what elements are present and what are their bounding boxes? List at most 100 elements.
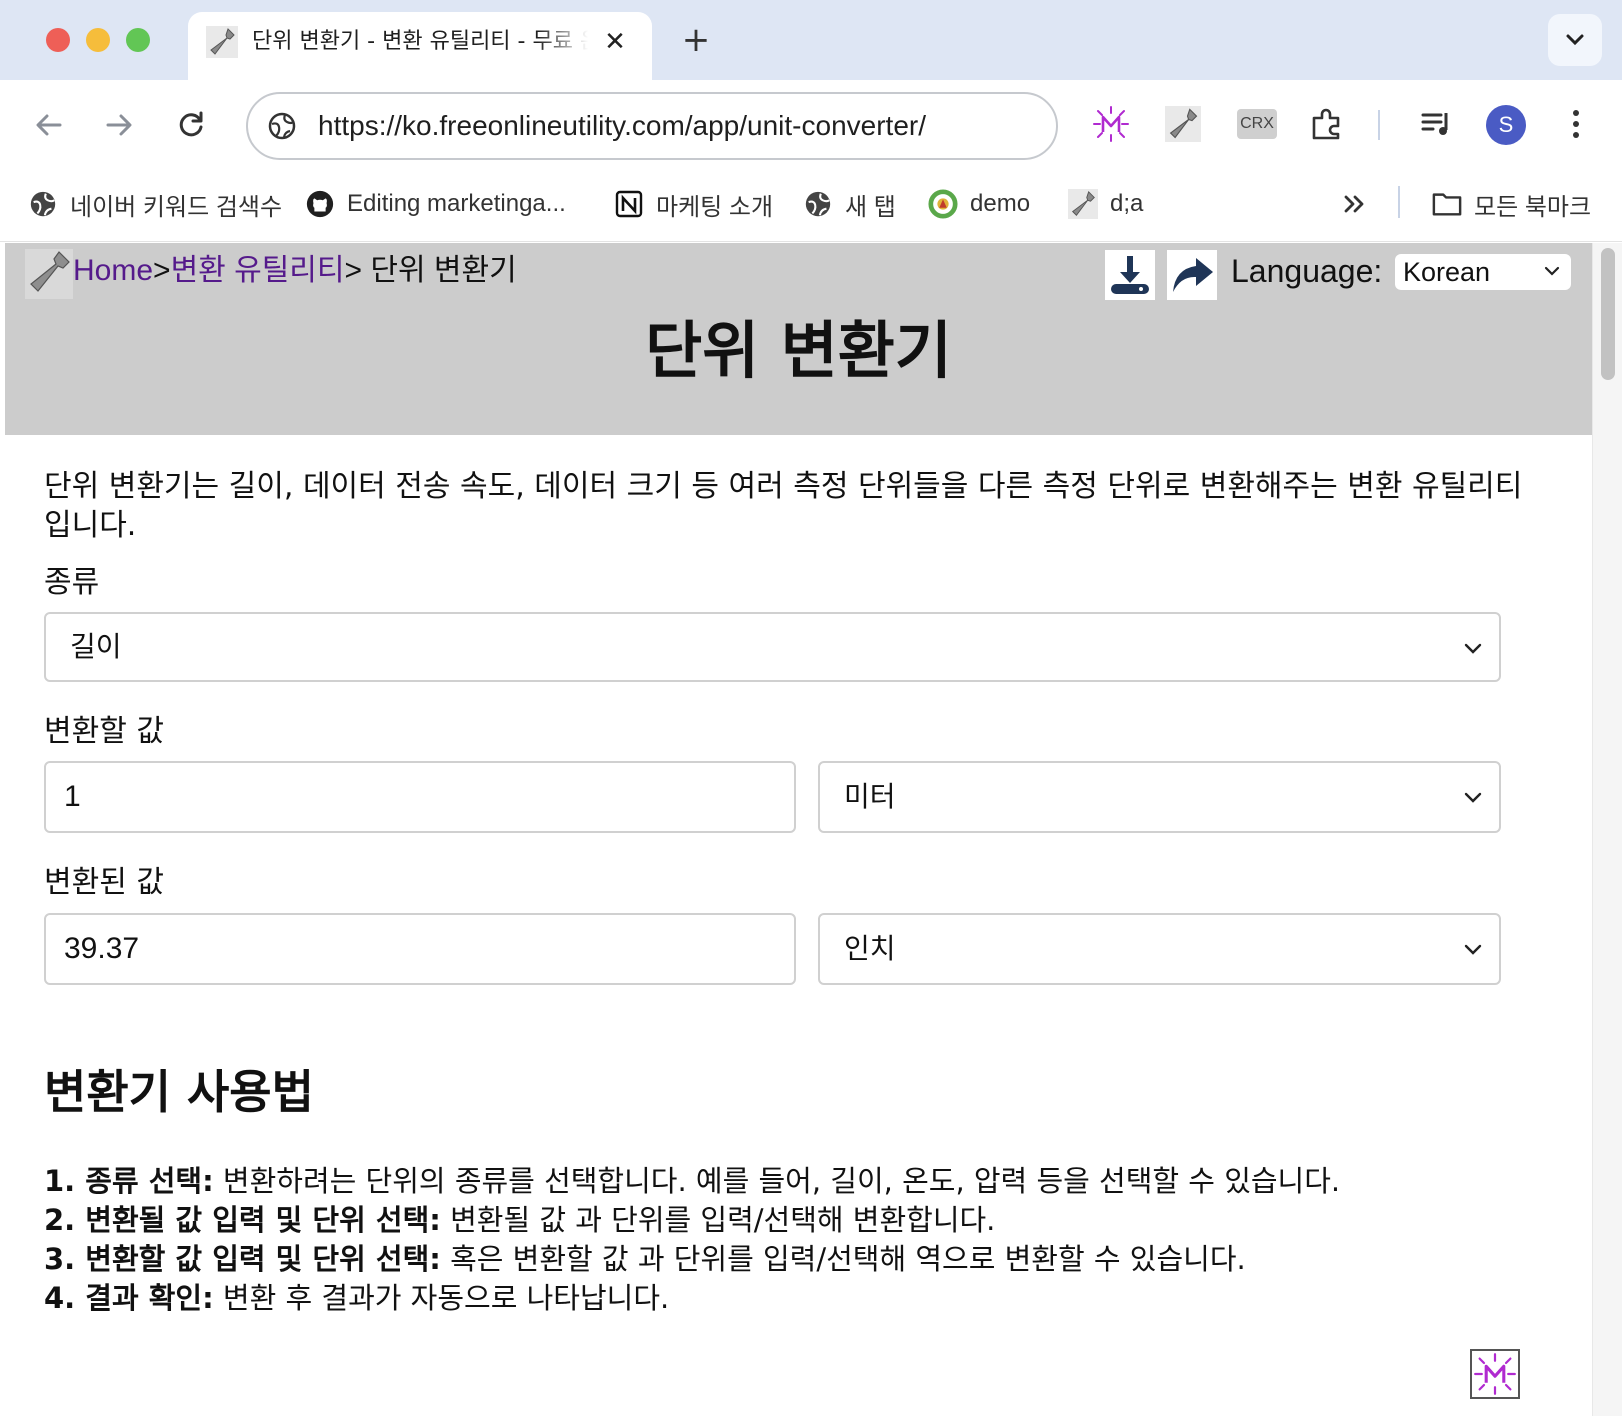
- profile-avatar[interactable]: S: [1486, 105, 1526, 145]
- category-value: 길이: [70, 630, 122, 663]
- download-icon: [1111, 256, 1149, 294]
- breadcrumb-current: 단위 변환기: [362, 254, 517, 287]
- chevron-down-icon: [1464, 944, 1482, 955]
- tab-title: 단위 변환기 - 변환 유틸리티 - 무료 온라인 유틸리티: [252, 29, 588, 54]
- chevron-down-icon: [1544, 266, 1560, 276]
- step-text: 변환될 값 과 단위를 입력/선택해 변환합니다.: [440, 1203, 996, 1237]
- extension-crx[interactable]: CRX: [1235, 104, 1279, 144]
- step-heading: 1. 종류 선택:: [44, 1164, 214, 1198]
- chevron-down-icon: [1566, 34, 1584, 46]
- bookmark-item[interactable]: 네이버 키워드 검색수: [28, 184, 282, 224]
- howto-step: 1. 종류 선택: 변환하려는 단위의 종류를 선택합니다. 예를 들어, 길이…: [44, 1162, 1544, 1201]
- wrench-icon: [206, 26, 238, 58]
- breadcrumb-separator: >: [153, 254, 171, 287]
- bookmarks-bar: 네이버 키워드 검색수 Editing marketinga... 마케팅 소개…: [0, 170, 1622, 242]
- wrench-icon: [1165, 106, 1201, 142]
- to-unit-select[interactable]: 인치: [818, 913, 1501, 985]
- site-logo-icon[interactable]: [25, 249, 73, 299]
- step-heading: 2. 변환될 값 입력 및 단위 선택:: [44, 1203, 441, 1237]
- github-icon: [305, 189, 335, 219]
- all-bookmarks-label: 모든 북마크: [1474, 193, 1592, 221]
- crx-icon: CRX: [1237, 109, 1277, 139]
- share-arrow-icon: [1173, 258, 1213, 292]
- bookmark-item[interactable]: Editing marketinga...: [305, 184, 566, 224]
- breadcrumb-home-link[interactable]: Home: [73, 254, 153, 287]
- chevron-down-icon: [1464, 792, 1482, 803]
- sparkle-m-icon: [1474, 1353, 1516, 1395]
- extension-wrench[interactable]: [1163, 104, 1203, 144]
- bookmarks-overflow-button[interactable]: [1340, 184, 1368, 224]
- chevron-down-icon: [1464, 643, 1482, 654]
- new-tab-button[interactable]: +: [676, 20, 716, 60]
- bookmark-item[interactable]: demo: [928, 184, 1030, 224]
- bookmark-item[interactable]: d;a: [1068, 184, 1143, 224]
- bookmark-label: demo: [970, 190, 1031, 217]
- address-bar[interactable]: https://ko.freeonlineutility.com/app/uni…: [246, 92, 1058, 160]
- howto-steps: 1. 종류 선택: 변환하려는 단위의 종류를 선택합니다. 예를 들어, 길이…: [44, 1162, 1544, 1318]
- demo-icon: [928, 189, 958, 219]
- url-text: https://ko.freeonlineutility.com/app/uni…: [318, 110, 927, 141]
- from-value-input[interactable]: 1: [44, 761, 796, 833]
- tab-strip: 단위 변환기 - 변환 유틸리티 - 무료 온라인 유틸리티 ✕ +: [0, 0, 1622, 80]
- language-label: Language:: [1231, 253, 1383, 289]
- share-button[interactable]: [1167, 250, 1217, 300]
- forward-button[interactable]: [96, 102, 142, 148]
- from-unit-value: 미터: [844, 780, 896, 813]
- bookmark-label: Editing marketinga...: [347, 190, 566, 217]
- from-value-label: 변환할 값: [44, 714, 164, 749]
- active-tab[interactable]: 단위 변환기 - 변환 유틸리티 - 무료 온라인 유틸리티 ✕: [188, 12, 652, 80]
- page-header: Home>변환 유틸리티> 단위 변환기 Language: Korean 단위…: [5, 243, 1592, 435]
- toolbar-separator: [1378, 110, 1380, 140]
- bookmark-label: 새 탭: [845, 193, 896, 221]
- playlist-icon: [1421, 113, 1448, 135]
- close-window-button[interactable]: [46, 28, 70, 52]
- arrow-right-icon: [106, 114, 132, 136]
- close-tab-icon[interactable]: ✕: [600, 26, 630, 58]
- bookmarks-separator: [1398, 186, 1400, 218]
- category-select[interactable]: 길이: [44, 612, 1501, 682]
- notion-icon: [614, 189, 644, 219]
- tab-search-button[interactable]: [1548, 14, 1602, 66]
- page-scrollbar[interactable]: [1592, 243, 1622, 1416]
- site-info-icon[interactable]: [266, 110, 298, 142]
- bookmark-item[interactable]: 새 탭: [803, 184, 896, 224]
- bookmark-label: d;a: [1110, 190, 1144, 217]
- from-unit-select[interactable]: 미터: [818, 761, 1501, 833]
- howto-step: 4. 결과 확인: 변환 후 결과가 자동으로 나타납니다.: [44, 1279, 1544, 1318]
- step-heading: 4. 결과 확인:: [44, 1281, 214, 1315]
- to-value-input[interactable]: 39.37: [44, 913, 796, 985]
- bookmark-label: 네이버 키워드 검색수: [70, 193, 283, 221]
- wrench-icon: [1068, 189, 1098, 219]
- step-heading: 3. 변환할 값 입력 및 단위 선택:: [44, 1242, 441, 1276]
- maximize-window-button[interactable]: [126, 28, 150, 52]
- to-value-label: 변환된 값: [44, 865, 164, 900]
- step-text: 변환하려는 단위의 종류를 선택합니다. 예를 들어, 길이, 온도, 압력 등…: [213, 1164, 1341, 1198]
- intro-text: 단위 변환기는 길이, 데이터 전송 속도, 데이터 크기 등 여러 측정 단위…: [44, 469, 1523, 543]
- back-button[interactable]: [26, 102, 72, 148]
- breadcrumb-category-link[interactable]: 변환 유틸리티: [171, 254, 345, 287]
- globe-icon: [803, 189, 833, 219]
- language-select[interactable]: Korean: [1395, 254, 1571, 290]
- howto-title: 변환기 사용법: [44, 1065, 314, 1119]
- browser-menu-button[interactable]: [1556, 104, 1596, 144]
- page-title: 단위 변환기: [645, 314, 952, 387]
- step-text: 변환 후 결과가 자동으로 나타납니다.: [213, 1281, 670, 1315]
- all-bookmarks-button[interactable]: 모든 북마크: [1432, 184, 1591, 224]
- media-controls-button[interactable]: [1416, 104, 1456, 144]
- bookmark-label: 마케팅 소개: [656, 193, 774, 221]
- howto-step: 3. 변환할 값 입력 및 단위 선택: 혹은 변환할 값 과 단위를 입력/선…: [44, 1240, 1544, 1279]
- download-button[interactable]: [1105, 250, 1155, 300]
- bookmark-item[interactable]: 마케팅 소개: [614, 184, 773, 224]
- minimize-window-button[interactable]: [86, 28, 110, 52]
- browser-toolbar: https://ko.freeonlineutility.com/app/uni…: [0, 80, 1622, 170]
- extensions-menu-button[interactable]: [1307, 104, 1347, 144]
- scrollbar-thumb[interactable]: [1601, 248, 1615, 380]
- folder-icon: [1432, 189, 1462, 219]
- extension-sparkle-m[interactable]: [1091, 104, 1131, 144]
- reload-button[interactable]: [168, 102, 214, 148]
- reload-icon: [179, 111, 203, 137]
- globe-icon: [28, 189, 58, 219]
- more-vertical-icon: [1573, 110, 1579, 138]
- breadcrumb-separator: >: [344, 254, 363, 287]
- floating-extension-badge[interactable]: [1470, 1349, 1520, 1399]
